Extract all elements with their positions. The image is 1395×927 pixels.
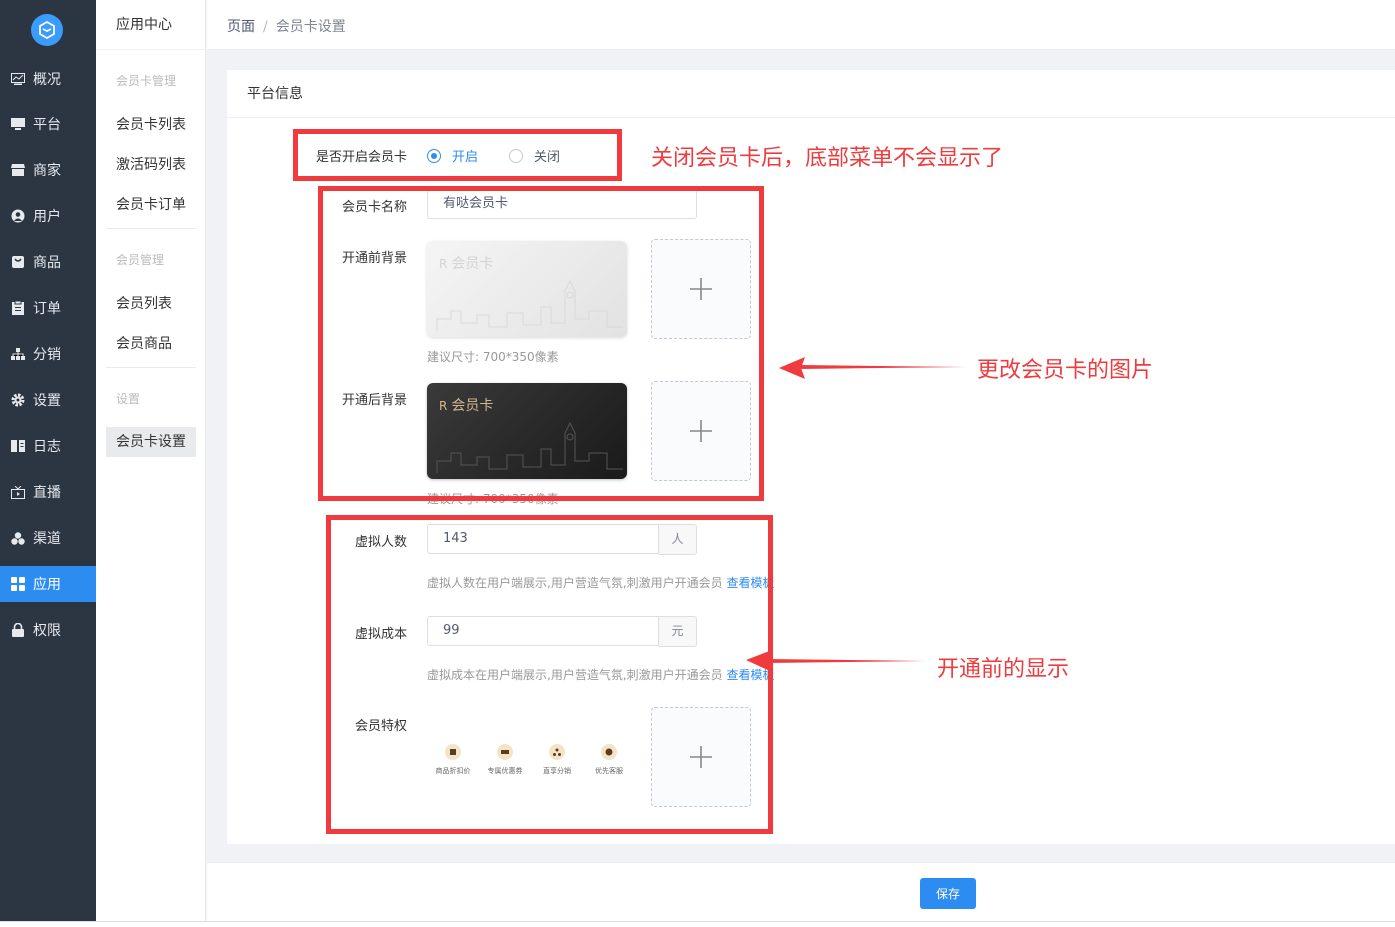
- nav-item-orders[interactable]: 订单: [0, 290, 96, 326]
- nav-label: 直播: [33, 485, 61, 501]
- tv-icon: [11, 485, 25, 499]
- nav-item-platform[interactable]: 平台: [0, 106, 96, 142]
- annotation-box-before-display: [326, 515, 773, 834]
- nav-item-goods[interactable]: 商品: [0, 244, 96, 280]
- store-icon: [11, 163, 25, 177]
- submenu-item-card-list[interactable]: 会员卡列表: [106, 110, 196, 140]
- book-icon: [11, 439, 25, 453]
- nav-item-channel[interactable]: 渠道: [0, 520, 96, 556]
- nav-label: 商品: [33, 255, 61, 271]
- nav-label: 渠道: [33, 531, 61, 547]
- annotation-image-note: 更改会员卡的图片: [977, 358, 1154, 383]
- nav-label: 商家: [33, 163, 61, 179]
- app-logo[interactable]: [31, 14, 63, 46]
- bottom-strip: [0, 921, 1395, 927]
- bag-icon: [11, 255, 25, 269]
- arrow-left-icon: [746, 650, 925, 672]
- submenu-item-member-goods[interactable]: 会员商品: [106, 329, 196, 359]
- arrow-left-icon: [779, 357, 967, 379]
- nav-item-settings[interactable]: 设置: [0, 382, 96, 418]
- breadcrumb: 页面 / 会员卡设置: [227, 16, 346, 36]
- nav-label: 订单: [33, 301, 61, 317]
- nav-label: 设置: [33, 393, 61, 409]
- nav-label: 用户: [33, 209, 61, 225]
- clipboard-icon: [11, 301, 25, 315]
- submenu-divider: [106, 367, 196, 368]
- annotation-box-enable: [293, 129, 622, 181]
- secondary-menu: 应用中心 会员卡管理 会员卡列表 激活码列表 会员卡订单 会员管理 会员列表 会…: [96, 0, 206, 921]
- nav-label: 平台: [33, 117, 61, 133]
- monitor-icon: [11, 117, 25, 131]
- submenu-item-member-list[interactable]: 会员列表: [106, 289, 196, 319]
- annotation-box-images: [318, 186, 764, 501]
- annotation-before-note: 开通前的显示: [937, 657, 1070, 682]
- nav-item-permission[interactable]: 权限: [0, 612, 96, 648]
- submenu-group-settings: 设置: [116, 392, 141, 406]
- submenu-group-card: 会员卡管理: [116, 74, 177, 88]
- nav-item-live[interactable]: 直播: [0, 474, 96, 510]
- footer-bar: 保存: [207, 862, 1395, 921]
- nav-item-logs[interactable]: 日志: [0, 428, 96, 464]
- grid-icon: [11, 577, 25, 591]
- submenu-group-member: 会员管理: [116, 253, 165, 267]
- nav-item-distribution[interactable]: 分销: [0, 336, 96, 372]
- logo-icon: [39, 21, 55, 39]
- lock-icon: [11, 623, 25, 637]
- network-icon: [11, 347, 25, 361]
- user-icon: [11, 209, 25, 223]
- breadcrumb-separator: /: [263, 19, 268, 35]
- nav-item-user[interactable]: 用户: [0, 198, 96, 234]
- nav-label: 分销: [33, 347, 61, 363]
- nav-item-apps[interactable]: 应用: [0, 566, 96, 602]
- submenu-item-code-list[interactable]: 激活码列表: [106, 150, 196, 180]
- save-button[interactable]: 保存: [920, 878, 976, 909]
- breadcrumb-current: 会员卡设置: [275, 19, 346, 35]
- submenu-item-card-settings[interactable]: 会员卡设置: [106, 427, 196, 457]
- nav-item-overview[interactable]: 概况: [0, 61, 96, 97]
- breadcrumb-root[interactable]: 页面: [227, 19, 255, 35]
- topbar: 页面 / 会员卡设置: [207, 0, 1395, 50]
- cluster-icon: [11, 531, 25, 545]
- main-sidebar: 概况 平台 商家 用户 商品 订单 分销 设置 日志 直播 渠道 应用 权限: [0, 0, 96, 921]
- nav-label: 应用: [33, 577, 61, 593]
- chart-icon: [11, 72, 25, 86]
- gear-icon: [11, 393, 25, 407]
- card-title: 平台信息: [227, 70, 1395, 118]
- nav-label: 日志: [33, 439, 61, 455]
- nav-label: 权限: [33, 623, 61, 639]
- submenu-item-card-orders[interactable]: 会员卡订单: [106, 190, 196, 220]
- annotation-close-note: 关闭会员卡后，底部菜单不会显示了: [651, 146, 1004, 171]
- nav-item-merchant[interactable]: 商家: [0, 152, 96, 188]
- app-root: 概况 平台 商家 用户 商品 订单 分销 设置 日志 直播 渠道 应用 权限 应…: [0, 0, 1395, 927]
- submenu-title: 应用中心: [96, 0, 206, 50]
- submenu-divider: [106, 228, 196, 229]
- nav-label: 概况: [33, 72, 61, 88]
